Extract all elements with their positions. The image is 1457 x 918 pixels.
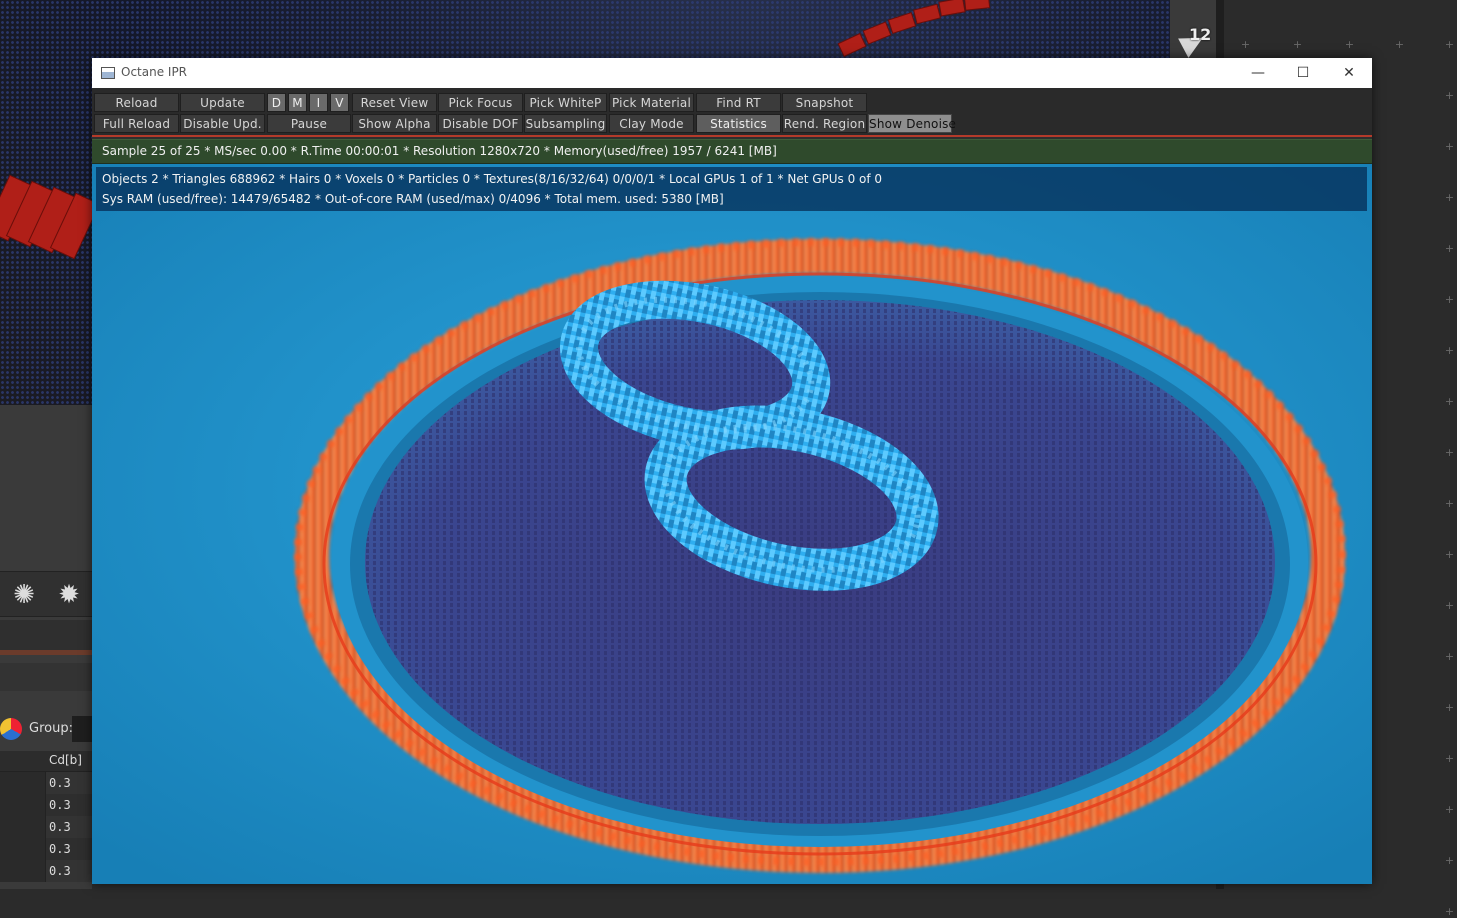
light-icon[interactable]: ✺ — [9, 580, 39, 610]
full-reload-button[interactable]: Full Reload — [94, 114, 179, 133]
group-field[interactable] — [72, 716, 92, 742]
grid-marker: + — [1444, 752, 1455, 765]
statistics-button[interactable]: Statistics — [696, 114, 781, 133]
grid-marker: + — [1444, 293, 1455, 306]
reset-view-button[interactable]: Reset View — [352, 93, 437, 112]
grid-marker: + — [1394, 38, 1405, 51]
grid-marker: + — [1344, 38, 1355, 51]
update-button[interactable]: Update — [180, 93, 265, 112]
i-toggle[interactable]: I — [309, 93, 328, 112]
m-toggle[interactable]: M — [288, 93, 307, 112]
attribute-table: Cd[b] 0.3 0.3 0.3 0.3 0.3 — [0, 751, 92, 882]
grid-marker: + — [1444, 38, 1455, 51]
column-header-cd: Cd[b] — [49, 753, 82, 767]
grid-marker: + — [1444, 140, 1455, 153]
table-row: 0.3 — [0, 860, 92, 882]
pause-button[interactable]: Pause — [267, 114, 351, 133]
grid-marker: + — [1444, 701, 1455, 714]
table-row: 0.3 — [0, 772, 92, 794]
octane-ipr-window: Octane IPR — ☐ ✕ Reload Update D M I V R… — [92, 58, 1372, 884]
render-image — [92, 164, 1372, 884]
light-tools: ✺ ✹ — [0, 571, 92, 617]
disable-dof-button[interactable]: Disable DOF — [438, 114, 523, 133]
grid-marker: + — [1444, 344, 1455, 357]
find-rt-button[interactable]: Find RT — [696, 93, 781, 112]
table-cell: 0.3 — [49, 776, 71, 790]
render-region-button[interactable]: Rend. Region — [782, 114, 867, 133]
show-alpha-button[interactable]: Show Alpha — [352, 114, 437, 133]
table-cell: 0.3 — [49, 820, 71, 834]
disable-update-button[interactable]: Disable Upd. — [180, 114, 265, 133]
window-title: Octane IPR — [121, 65, 188, 79]
snapshot-button[interactable]: Snapshot — [782, 93, 867, 112]
ipr-toolbar: Reload Update D M I V Reset View Pick Fo… — [92, 88, 1372, 136]
subsampling-button[interactable]: Subsampling — [524, 114, 607, 133]
table-row: 0.3 — [0, 816, 92, 838]
render-status-bar: Sample 25 of 25 * MS/sec 0.00 * R.Time 0… — [92, 139, 1372, 164]
grid-marker: + — [1444, 905, 1455, 918]
panel-subbar — [0, 663, 92, 691]
grid-marker: + — [1292, 38, 1303, 51]
grid-marker: + — [1444, 854, 1455, 867]
grid-marker: + — [1444, 548, 1455, 561]
grid-marker: + — [1444, 446, 1455, 459]
progress-line — [92, 135, 1372, 137]
grid-marker: + — [1444, 803, 1455, 816]
viewport-red-ring-top — [820, 0, 1000, 60]
render-viewport[interactable]: Objects 2 * Triangles 688962 * Hairs 0 *… — [92, 164, 1372, 884]
table-cell: 0.3 — [49, 864, 71, 878]
table-row: 0.3 — [0, 838, 92, 860]
window-icon — [101, 67, 115, 79]
clay-mode-button[interactable]: Clay Mode — [609, 114, 694, 133]
pick-whitepoint-button[interactable]: Pick WhiteP — [524, 93, 607, 112]
stats-line-2: Sys RAM (used/free): 14479/65482 * Out-o… — [102, 192, 724, 206]
group-label: Group: — [29, 721, 73, 736]
reload-button[interactable]: Reload — [94, 93, 179, 112]
viewport-red-ring-left — [0, 170, 92, 260]
pick-material-button[interactable]: Pick Material — [609, 93, 694, 112]
table-cell: 0.3 — [49, 842, 71, 856]
d-toggle[interactable]: D — [267, 93, 286, 112]
stats-line-1: Objects 2 * Triangles 688962 * Hairs 0 *… — [102, 172, 883, 186]
grid-marker: + — [1444, 650, 1455, 663]
shapes-icon[interactable] — [0, 718, 22, 740]
table-header: Cd[b] — [0, 751, 92, 772]
minimize-button[interactable]: — — [1235, 58, 1281, 88]
show-denoise-button[interactable]: Show Denoise — [868, 114, 956, 133]
grid-marker: + — [1240, 38, 1251, 51]
group-row: Group: — [0, 710, 92, 748]
grid-marker: + — [1444, 497, 1455, 510]
statistics-overlay: Objects 2 * Triangles 688962 * Hairs 0 *… — [96, 167, 1367, 211]
grid-marker: + — [1444, 599, 1455, 612]
panel-tab-bar — [0, 620, 92, 655]
table-row: 0.3 — [0, 794, 92, 816]
viewport-badge: 12 — [1178, 24, 1216, 58]
v-toggle[interactable]: V — [330, 93, 349, 112]
table-cell: 0.3 — [49, 798, 71, 812]
light-settings-icon[interactable]: ✹ — [54, 580, 84, 610]
close-button[interactable]: ✕ — [1326, 58, 1372, 88]
status-text: Sample 25 of 25 * MS/sec 0.00 * R.Time 0… — [102, 144, 777, 158]
grid-marker: + — [1444, 395, 1455, 408]
maximize-button[interactable]: ☐ — [1280, 58, 1326, 88]
background-left-panel: ✺ ✹ Group: Cd[b] 0.3 0.3 0.3 0.3 0.3 — [0, 405, 92, 889]
title-bar[interactable]: Octane IPR — ☐ ✕ — [92, 58, 1372, 88]
grid-marker: + — [1444, 191, 1455, 204]
grid-marker: + — [1444, 89, 1455, 102]
viewport-badge-number: 12 — [1189, 25, 1212, 44]
pick-focus-button[interactable]: Pick Focus — [438, 93, 523, 112]
grid-marker: + — [1444, 242, 1455, 255]
